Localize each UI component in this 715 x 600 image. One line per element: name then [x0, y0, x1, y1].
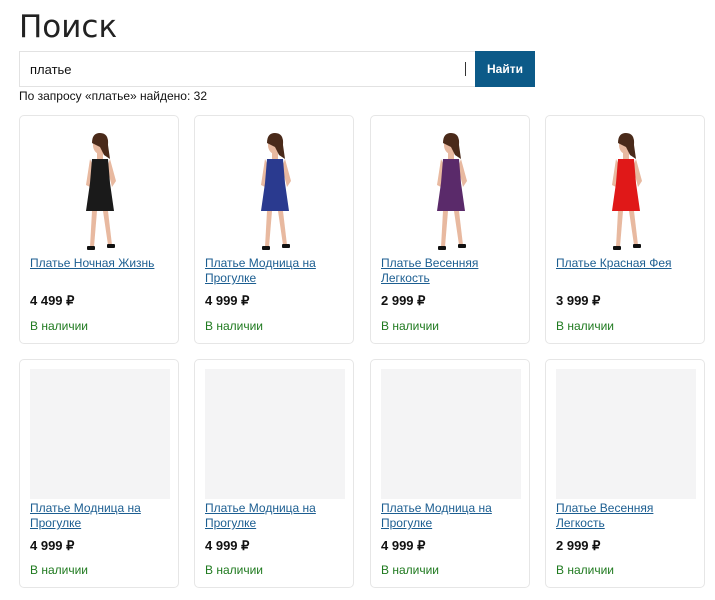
text-caret	[465, 62, 466, 76]
product-price: 2 999 ₽	[381, 293, 426, 308]
image-placeholder[interactable]	[205, 369, 345, 499]
model-figure	[612, 133, 642, 250]
product-card: Платье Красная Фея 3 999 ₽ В наличии	[545, 115, 705, 344]
product-image[interactable]	[30, 125, 170, 255]
stock-status: В наличии	[381, 319, 440, 333]
product-name-link[interactable]: Платье Модница на Прогулке	[205, 256, 345, 286]
model-figure	[437, 133, 467, 250]
image-placeholder[interactable]	[30, 369, 170, 499]
product-card: Платье Модница на Прогулке 4 999 ₽ В нал…	[370, 359, 530, 588]
stock-status: В наличии	[30, 563, 89, 577]
product-name-link[interactable]: Платье Модница на Прогулке	[205, 501, 345, 531]
stock-status: В наличии	[205, 319, 264, 333]
result-count: По запросу «платье» найдено: 32	[19, 89, 207, 103]
search-input[interactable]	[19, 51, 475, 87]
product-card: Платье Модница на Прогулке 4 999 ₽ В нал…	[194, 115, 354, 344]
product-card: Платье Ночная Жизнь 4 499 ₽ В наличии	[19, 115, 179, 344]
product-card: Платье Весенняя Легкость 2 999 ₽ В налич…	[370, 115, 530, 344]
search-page: Поиск Найти По запросу «платье» найдено:…	[0, 0, 715, 600]
stock-status: В наличии	[556, 319, 615, 333]
product-name-link[interactable]: Платье Модница на Прогулке	[30, 501, 170, 531]
stock-status: В наличии	[30, 319, 89, 333]
product-card: Платье Модница на Прогулке 4 999 ₽ В нал…	[19, 359, 179, 588]
product-price: 2 999 ₽	[556, 538, 601, 553]
product-name-link[interactable]: Платье Красная Фея	[556, 256, 696, 271]
product-price: 4 499 ₽	[30, 293, 75, 308]
image-placeholder[interactable]	[556, 369, 696, 499]
product-price: 4 999 ₽	[381, 538, 426, 553]
model-figure	[261, 133, 291, 250]
product-name-link[interactable]: Платье Весенняя Легкость	[556, 501, 696, 531]
image-placeholder[interactable]	[381, 369, 521, 499]
product-name-link[interactable]: Платье Ночная Жизнь	[30, 256, 170, 271]
stock-status: В наличии	[205, 563, 264, 577]
product-name-link[interactable]: Платье Весенняя Легкость	[381, 256, 521, 286]
stock-status: В наличии	[381, 563, 440, 577]
product-card: Платье Модница на Прогулке 4 999 ₽ В нал…	[194, 359, 354, 588]
product-card: Платье Весенняя Легкость 2 999 ₽ В налич…	[545, 359, 705, 588]
product-image[interactable]	[205, 125, 345, 255]
model-figure	[86, 133, 116, 250]
product-price: 4 999 ₽	[30, 538, 75, 553]
search-button[interactable]: Найти	[475, 51, 535, 87]
product-price: 4 999 ₽	[205, 538, 250, 553]
product-image[interactable]	[556, 125, 696, 255]
product-price: 4 999 ₽	[205, 293, 250, 308]
product-name-link[interactable]: Платье Модница на Прогулке	[381, 501, 521, 531]
stock-status: В наличии	[556, 563, 615, 577]
page-title: Поиск	[19, 9, 118, 45]
product-image[interactable]	[381, 125, 521, 255]
product-price: 3 999 ₽	[556, 293, 601, 308]
